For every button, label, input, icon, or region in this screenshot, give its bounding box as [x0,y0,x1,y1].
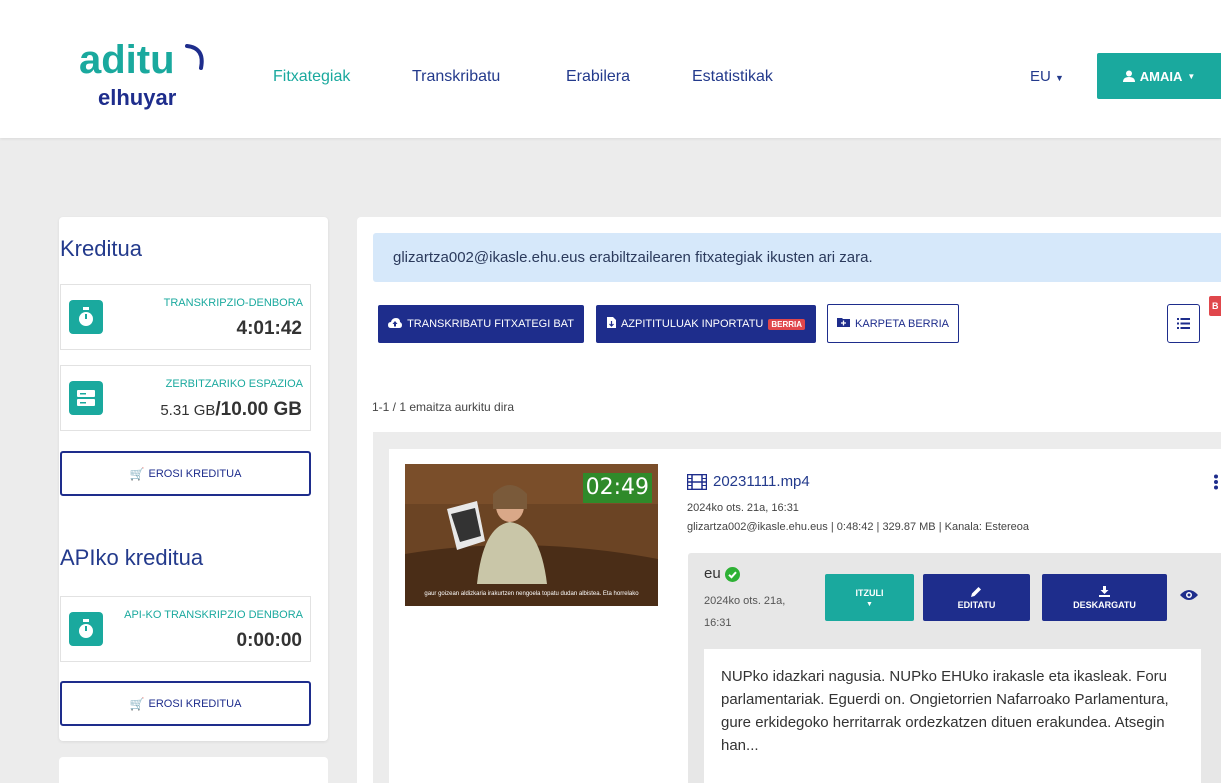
transcript-language-code: eu [704,565,721,582]
list-view-button[interactable] [1167,304,1200,343]
transcription-time-label: TRANSKRIPZIO-DENBORA [163,297,303,309]
buy-credit-button[interactable]: 🛒 EROSI KREDITUA [60,451,311,496]
api-time-value: 0:00:00 [236,630,303,651]
api-buy-credit-label: EROSI KREDITUA [148,697,242,710]
import-subtitles-button[interactable]: AZPITITULUAK INPORTATU BERRIA [596,305,816,343]
new-badge: BERRIA [768,318,806,330]
server-icon [69,381,103,415]
logo-subtitle: elhuyar [98,85,177,110]
pencil-icon [971,586,981,597]
file-import-icon [606,317,616,331]
aditu-logo[interactable]: aditu elhuyar [79,38,204,110]
nav-estatistikak[interactable]: Estatistikak [692,67,773,87]
download-label: DESKARGATU [1073,599,1136,610]
storage-used: 5.31 GB [160,402,216,419]
new-folder-button[interactable]: KARPETA BERRIA [827,304,959,343]
nav-transkribatu[interactable]: Transkribatu [412,67,500,87]
storage-label: ZERBITZARIKO ESPAZIOA [165,378,303,390]
download-button[interactable]: DESKARGATU [1042,574,1167,621]
new-folder-label: KARPETA BERRIA [855,317,949,330]
cart-icon: 🛒 [129,696,145,711]
transcript-date-line1: 2024ko ots. 21a, [704,595,786,607]
cart-icon: 🛒 [129,466,145,481]
logo-wordmark: aditu [79,38,175,82]
top-header: aditu elhuyar Fitxategiak Transkribatu E… [0,0,1221,138]
credit-title: Kreditua [60,236,142,261]
check-circle-icon [724,566,740,582]
storage-value: 5.31 GB/10.00 GB [160,398,302,423]
next-sidebar-card [59,757,328,783]
video-timestamp: 02:49 [582,473,652,503]
caret-down-icon: ▼ [866,600,873,608]
video-thumbnail[interactable]: 02:49 gaur goizean aldizkaria irakurtzen… [405,464,658,606]
folder-plus-icon [837,317,851,330]
transcript-preview: NUPko idazkari nagusia. NUPko EHUko irak… [704,649,1201,783]
video-subtitle: gaur goizean aldizkaria irakurtzen nengo… [424,591,639,597]
result-count: 1-1 / 1 emaitza aurkitu dira [372,400,515,414]
stopwatch-icon [69,612,103,646]
translate-label: ITZULI [855,587,884,598]
file-date: 2024ko ots. 21a, 16:31 [687,502,799,514]
user-icon [1122,70,1135,82]
cloud-upload-icon [388,317,403,331]
file-metadata: glizartza002@ikasle.ehu.eus | 0:48:42 | … [687,521,1030,533]
language-label: EU [1030,68,1051,85]
api-time-label: API-KO TRANSKRIPZIO DENBORA [124,609,303,621]
transcription-time-box: TRANSKRIPZIO-DENBORA 4:01:42 [60,284,311,350]
corner-badge: B [1209,296,1221,316]
transcribe-file-button[interactable]: TRANSKRIBATU FITXATEGI BAT [378,305,584,343]
credit-card: Kreditua TRANSKRIPZIO-DENBORA 4:01:42 ZE… [59,217,328,741]
caret-down-icon: ▼ [1055,73,1064,83]
import-subtitles-label: AZPITITULUAK INPORTATU [620,318,764,330]
transcription-time-value: 4:01:42 [236,318,303,339]
api-time-box: API-KO TRANSKRIPZIO DENBORA 0:00:00 [60,596,311,662]
download-icon [1099,585,1110,597]
storage-total: 10.00 GB [220,399,302,420]
storage-box: ZERBITZARIKO ESPAZIOA 5.31 GB/10.00 GB [60,365,311,431]
language-dropdown[interactable]: EU ▼ [1030,67,1064,88]
edit-button[interactable]: EDITATU [923,574,1030,621]
file-name-link[interactable]: 20231111.mp4 [687,473,810,491]
nav-fitxategiak[interactable]: Fitxategiak [273,67,350,87]
list-icon [1177,318,1190,329]
translate-button[interactable]: ITZULI ▼ [825,574,914,621]
transcript-date-line2: 16:31 [704,617,732,629]
film-icon [687,474,707,490]
transcript-language: eu [704,565,740,583]
more-options-icon[interactable] [1213,474,1219,490]
nav-erabilera[interactable]: Erabilera [566,67,630,87]
user-menu-button[interactable]: AMAIA ▼ [1097,53,1221,99]
logo-arc-icon [185,44,204,70]
caret-down-icon: ▼ [1187,71,1196,81]
edit-label: EDITATU [957,599,996,610]
user-name: AMAIA [1139,68,1183,84]
transcript-date: 2024ko ots. 21a, 16:31 [704,590,804,634]
api-credit-title: APIko kreditua [60,545,204,570]
file-name: 20231111.mp4 [713,473,810,490]
transcribe-file-label: TRANSKRIBATU FITXATEGI BAT [407,318,574,330]
eye-icon[interactable] [1180,589,1198,601]
api-buy-credit-button[interactable]: 🛒 EROSI KREDITUA [60,681,311,726]
info-alert: glizartza002@ikasle.ehu.eus erabiltzaile… [373,233,1221,282]
buy-credit-label: EROSI KREDITUA [148,467,242,480]
stopwatch-icon [69,300,103,334]
